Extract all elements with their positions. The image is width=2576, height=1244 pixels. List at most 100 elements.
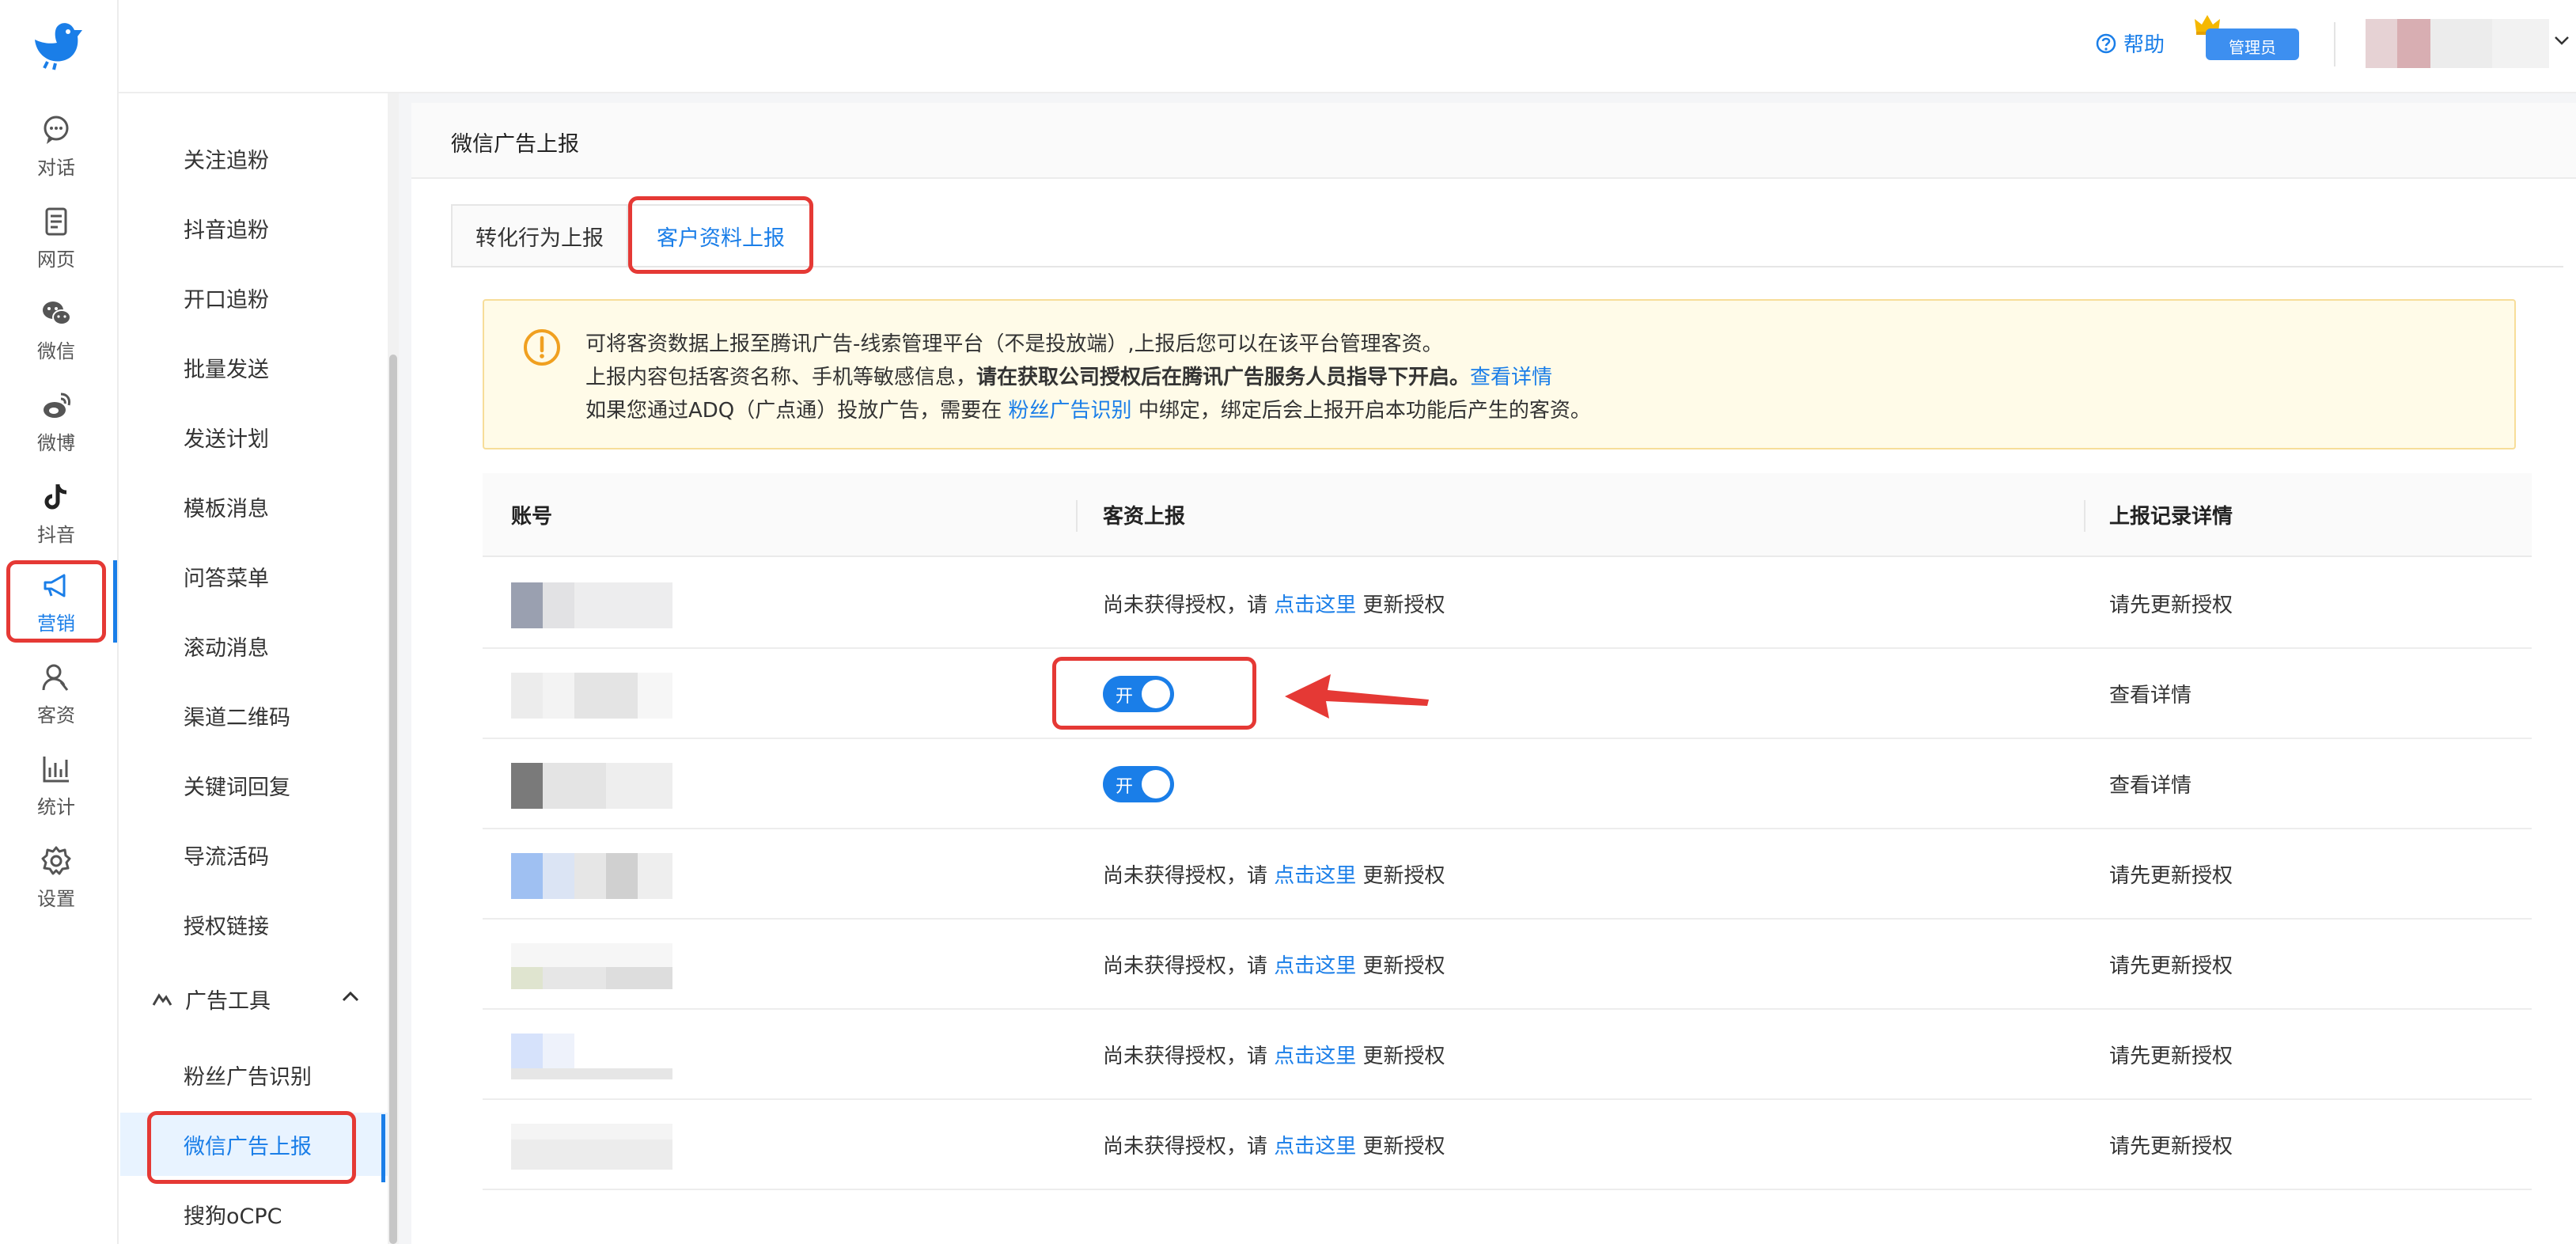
unauth-cell: 尚未获得授权，请 点击这里 更新授权 xyxy=(1103,859,1445,889)
highlight-box-menu xyxy=(147,1111,356,1184)
account-avatar-blurred xyxy=(511,582,672,628)
menu-item[interactable]: 搜狗oCPC xyxy=(120,1182,388,1244)
account-avatar-blurred xyxy=(511,763,672,809)
rail-item-stats[interactable]: 统计 xyxy=(0,742,112,829)
rail-item-label: 设置 xyxy=(37,887,75,910)
tab-conversion-report[interactable]: 转化行为上报 xyxy=(451,204,628,267)
gear-icon xyxy=(41,846,71,874)
help-link[interactable]: 帮助 xyxy=(2095,28,2165,58)
header-divider xyxy=(2334,22,2335,66)
chevron-up-icon xyxy=(342,991,359,1002)
webpage-icon xyxy=(45,207,67,235)
douyin-icon xyxy=(44,484,67,509)
unauth-text: 尚未获得授权，请 xyxy=(1103,594,1275,617)
notice-line-1: 可将客资数据上报至腾讯广告-线索管理平台（不是投放端）,上报后您可以在该平台管理… xyxy=(585,328,1443,357)
view-detail-link[interactable]: 查看详情 xyxy=(2109,679,2191,708)
scrollbar-thumb[interactable] xyxy=(389,355,397,1244)
rail-item-wechat[interactable]: 微信 xyxy=(0,286,112,374)
notice-text: 如果您通过ADQ（广点通）投放广告，需要在 xyxy=(585,399,1009,423)
rail-item-webpage[interactable]: 网页 xyxy=(0,195,112,282)
ad-tools-icon xyxy=(152,993,172,1006)
menu-item[interactable]: 批量发送 xyxy=(120,336,388,399)
red-arrow-icon xyxy=(1285,674,1429,719)
menu-item[interactable]: 滚动消息 xyxy=(120,614,388,677)
menu-active-indicator xyxy=(381,1114,385,1182)
rail-item-settings[interactable]: 设置 xyxy=(0,834,112,921)
rail-item-label: 抖音 xyxy=(37,523,75,546)
bird-logo-icon[interactable] xyxy=(28,16,84,71)
page-header: 微信广告上报 xyxy=(411,103,2576,179)
column-header-detail: 上报记录详情 xyxy=(2109,505,2233,529)
unauth-text: 尚未获得授权，请 xyxy=(1103,1135,1275,1159)
menu-item[interactable]: 粉丝广告识别 xyxy=(120,1043,388,1106)
column-separator xyxy=(2084,500,2085,532)
menu-item[interactable]: 渠道二维码 xyxy=(120,684,388,747)
rail-item-customer[interactable]: 客资 xyxy=(0,650,112,738)
icon-rail: 对话 网页 微信 微博 抖音 营销 客资 统计 设置 xyxy=(0,0,119,1244)
column-header-account: 账号 xyxy=(511,505,553,529)
click-here-link[interactable]: 点击这里 xyxy=(1274,1045,1356,1068)
menu-scrollbar[interactable] xyxy=(388,93,399,1244)
unauth-text: 更新授权 xyxy=(1356,864,1445,888)
rail-item-chat[interactable]: 对话 xyxy=(0,103,112,190)
rail-item-douyin[interactable]: 抖音 xyxy=(0,470,112,557)
menu-item[interactable]: 开口追粉 xyxy=(120,266,388,329)
menu-item[interactable]: 问答菜单 xyxy=(120,544,388,608)
help-label: 帮助 xyxy=(2123,33,2165,57)
table-row: 尚未获得授权，请 点击这里 更新授权 请先更新授权 xyxy=(483,1100,2532,1190)
menu-item[interactable]: 授权链接 xyxy=(120,893,388,956)
unauth-text: 更新授权 xyxy=(1356,1135,1445,1159)
detail-cell: 请先更新授权 xyxy=(2109,864,2233,888)
weibo-icon xyxy=(44,393,70,418)
account-avatar-blurred xyxy=(511,1034,672,1079)
notice-text: 可将客资数据上报至腾讯广告-线索管理平台（不是投放端）,上报后您可以在该平台管理… xyxy=(585,332,1443,356)
menu-item[interactable]: 关键词回复 xyxy=(120,753,388,817)
view-detail-link[interactable]: 查看详情 xyxy=(2109,769,2191,798)
table-row: 尚未获得授权，请 点击这里 更新授权 请先更新授权 xyxy=(483,1010,2532,1100)
warning-icon xyxy=(524,329,560,366)
unauth-text: 更新授权 xyxy=(1356,954,1445,978)
warning-notice: 可将客资数据上报至腾讯广告-线索管理平台（不是投放端）,上报后您可以在该平台管理… xyxy=(483,299,2516,449)
notice-line-3: 如果您通过ADQ（广点通）投放广告，需要在 粉丝广告识别 中绑定，绑定后会上报开… xyxy=(585,394,1591,423)
unauth-text: 尚未获得授权，请 xyxy=(1103,1045,1275,1068)
menu-item[interactable]: 发送计划 xyxy=(120,405,388,468)
detail-cell: 请先更新授权 xyxy=(2109,1135,2233,1159)
click-here-link[interactable]: 点击这里 xyxy=(1274,1135,1356,1159)
customer-icon xyxy=(42,664,69,691)
notice-text: 上报内容包括客资名称、手机等敏感信息， xyxy=(585,366,977,389)
admin-badge: 管理员 xyxy=(2206,28,2299,60)
fans-ad-identify-link[interactable]: 粉丝广告识别 xyxy=(1009,399,1132,423)
table-row: 尚未获得授权，请 点击这里 更新授权 请先更新授权 xyxy=(483,829,2532,920)
menu-item[interactable]: 导流活码 xyxy=(120,823,388,886)
secondary-menu: 关注追粉 抖音追粉 开口追粉 批量发送 发送计划 模板消息 问答菜单 滚动消息 … xyxy=(120,93,388,1244)
unauth-text: 尚未获得授权，请 xyxy=(1103,954,1275,978)
detail-cell: 请先更新授权 xyxy=(2109,1045,2233,1068)
rail-item-label: 网页 xyxy=(37,248,75,271)
unauth-text: 更新授权 xyxy=(1356,594,1445,617)
notice-line-2: 上报内容包括客资名称、手机等敏感信息，请在获取公司授权后在腾讯广告服务人员指导下… xyxy=(585,361,1552,390)
menu-item[interactable]: 模板消息 xyxy=(120,475,388,538)
stats-icon xyxy=(43,756,69,782)
notice-detail-link[interactable]: 查看详情 xyxy=(1470,366,1552,389)
table-row: 开 查看详情 xyxy=(483,739,2532,829)
menu-item[interactable]: 关注追粉 xyxy=(120,127,388,190)
user-avatar-blurred[interactable] xyxy=(2366,19,2549,68)
chat-icon xyxy=(44,116,69,144)
detail-cell: 请先更新授权 xyxy=(2109,954,2233,978)
rail-item-weibo[interactable]: 微博 xyxy=(0,378,112,465)
report-toggle[interactable]: 开 xyxy=(1103,766,1174,802)
highlight-box-marketing xyxy=(6,560,106,643)
click-here-link[interactable]: 点击这里 xyxy=(1274,954,1356,978)
notice-bold-text: 请在获取公司授权后在腾讯广告服务人员指导下开启。 xyxy=(976,366,1471,389)
table-header: 账号 客资上报 上报记录详情 xyxy=(483,473,2532,557)
menu-item[interactable]: 抖音追粉 xyxy=(120,196,388,260)
click-here-link[interactable]: 点击这里 xyxy=(1274,594,1356,617)
account-avatar-blurred xyxy=(511,673,672,719)
account-avatar-blurred xyxy=(511,943,672,989)
unauth-text: 尚未获得授权，请 xyxy=(1103,864,1275,888)
column-header-report: 客资上报 xyxy=(1103,505,1186,529)
page-title: 微信广告上报 xyxy=(451,132,579,157)
menu-group-ad-tools[interactable]: 广告工具 xyxy=(120,967,388,1030)
chevron-down-icon[interactable] xyxy=(2554,35,2570,46)
click-here-link[interactable]: 点击这里 xyxy=(1274,864,1356,888)
